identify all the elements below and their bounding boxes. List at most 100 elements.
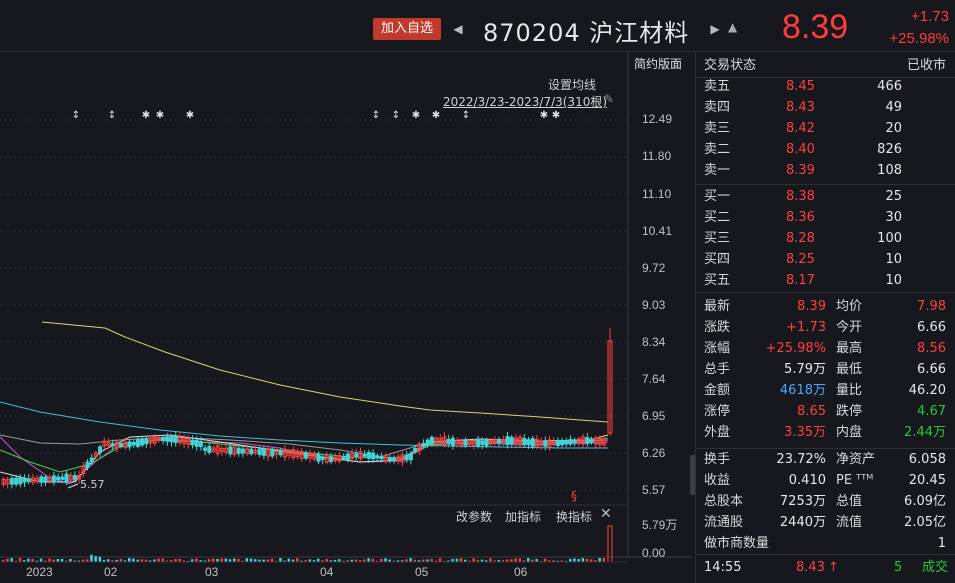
quote-value: 8.39: [797, 299, 826, 314]
candle-body: [240, 448, 245, 454]
candle-body: [14, 477, 19, 485]
candle-body: [543, 440, 548, 447]
kline-chart-svg[interactable]: ↕ ↕ ✱ ✱ ✱ ↕ ↕ ✱ ✱ ↕ ✱ ✱: [0, 52, 693, 583]
candle-body: [585, 437, 590, 444]
candle-body: [522, 437, 527, 445]
candle-body: [446, 438, 451, 444]
market-maker-value: 1: [937, 536, 946, 551]
ask-row: 卖一 8.39 108: [704, 160, 952, 181]
candle-body: [484, 439, 489, 447]
volume-bar: [48, 558, 51, 562]
volume-bar: [279, 558, 282, 562]
y-tick: 5.57: [642, 483, 666, 497]
ask-price: 8.42: [786, 121, 815, 136]
bid-row: 买一 8.38 25: [704, 186, 952, 207]
quote-label: 内盘: [836, 425, 863, 440]
ask-volume: 826: [877, 142, 902, 157]
kline-chart-area[interactable]: ↕ ↕ ✱ ✱ ✱ ↕ ↕ ✱ ✱ ↕ ✱ ✱ 设置均线 2022/3/23-2023/7/3(310…: [0, 52, 693, 583]
bid-row: 买三 8.28 100: [704, 228, 952, 249]
fundamental-value: 7253万: [779, 494, 826, 509]
y-tick: 8.34: [642, 335, 666, 349]
candle-body: [51, 475, 56, 483]
ma-settings-button[interactable]: 设置均线: [548, 76, 596, 93]
quote-row: 涨停 8.65 跌停 4.67: [704, 401, 952, 422]
close-icon[interactable]: ✕: [600, 506, 612, 522]
volume-bar: [195, 558, 198, 562]
tick-row[interactable]: 14:55 8.43 ↑ 5 成交: [704, 557, 952, 578]
volume-bar: [245, 558, 249, 562]
candle-body: [161, 437, 166, 442]
bid-price: 8.17: [786, 273, 815, 288]
ask-volume: 108: [877, 163, 902, 178]
candle-body: [119, 442, 124, 447]
volume-bar: [220, 558, 223, 562]
candle-body: [480, 441, 485, 445]
fundamental-value: 6.09亿: [904, 494, 946, 509]
volume-bar: [581, 558, 585, 562]
volume-bar: [233, 558, 236, 562]
quote-value: +25.98%: [765, 341, 826, 356]
quote-value: +1.73: [786, 320, 826, 335]
volume-bar: [128, 558, 131, 562]
x-tick: 06: [514, 565, 528, 579]
add-to-watchlist-button[interactable]: 加入自选: [373, 18, 441, 40]
candle-body: [135, 439, 140, 447]
quote-value: 4.67: [917, 404, 946, 419]
ask-label: 卖一: [704, 163, 731, 178]
y-tick: 6.26: [642, 446, 666, 460]
bid-volume: 10: [885, 252, 902, 267]
candle-body: [9, 478, 14, 485]
ask-row: 卖四 8.43 49: [704, 97, 952, 118]
add-indicator-button[interactable]: 加指标: [505, 508, 541, 525]
quote-value: 3.35万: [784, 425, 826, 440]
pin-icon[interactable]: ✎: [604, 92, 614, 106]
date-range-label[interactable]: 2022/3/23-2023/7/3(310根): [443, 93, 607, 110]
candle-body: [392, 457, 397, 461]
fundamental-label: 总股本: [704, 494, 744, 509]
fundamental-label: 总值: [836, 494, 863, 509]
fundamental-label: 净资产: [836, 452, 876, 467]
event-markers: ↕ ↕ ✱ ✱ ✱ ↕ ↕ ✱ ✱ ↕ ✱ ✱: [72, 110, 560, 121]
ma-line-yellow: [41, 321, 609, 423]
candle-body: [404, 454, 409, 461]
candle-body: [375, 455, 380, 459]
prev-stock-arrow-icon[interactable]: ◀: [453, 19, 463, 39]
switch-indicator-button[interactable]: 换指标: [556, 508, 592, 525]
price-change: +1.73: [911, 8, 949, 25]
change-params-button[interactable]: 改参数: [456, 508, 492, 525]
candle-body: [341, 456, 346, 460]
bid-price: 8.28: [786, 231, 815, 246]
grid-lines: [0, 119, 628, 491]
x-tick: 2023: [26, 565, 53, 579]
quote-label: 最低: [836, 362, 863, 377]
quote-label: 量比: [836, 383, 863, 398]
trade-status-row: 交易状态 已收市: [704, 55, 952, 76]
x-tick: 04: [320, 565, 334, 579]
event-marker: ✱: [156, 110, 164, 121]
dividend-icon[interactable]: §: [571, 489, 577, 503]
event-marker: ↕: [108, 110, 116, 121]
volume-bar: [296, 558, 299, 562]
bid-label: 买三: [704, 231, 731, 246]
candle-body: [526, 439, 531, 445]
quote-value: 2.44万: [904, 425, 946, 440]
candle-body: [64, 473, 69, 483]
event-marker: ✱: [432, 110, 440, 121]
event-marker: ↕: [462, 110, 470, 121]
candle-body: [505, 436, 510, 445]
candle-body: [320, 456, 325, 460]
alert-bell-icon[interactable]: ▲: [728, 20, 737, 34]
candle-body: [194, 439, 199, 447]
simple-layout-button[interactable]: 简约版面: [634, 55, 682, 72]
x-tick: 05: [415, 565, 429, 579]
candle-body: [203, 447, 208, 451]
fundamental-value: 23.72%: [776, 452, 826, 467]
candle-body: [56, 476, 61, 481]
next-stock-arrow-icon[interactable]: ▶: [710, 19, 720, 39]
quote-label: 外盘: [704, 425, 731, 440]
bid-price: 8.38: [786, 189, 815, 204]
candle-body: [425, 439, 430, 445]
volume-bar: [573, 558, 576, 562]
candle-body: [476, 439, 481, 447]
candle-body: [249, 448, 254, 455]
